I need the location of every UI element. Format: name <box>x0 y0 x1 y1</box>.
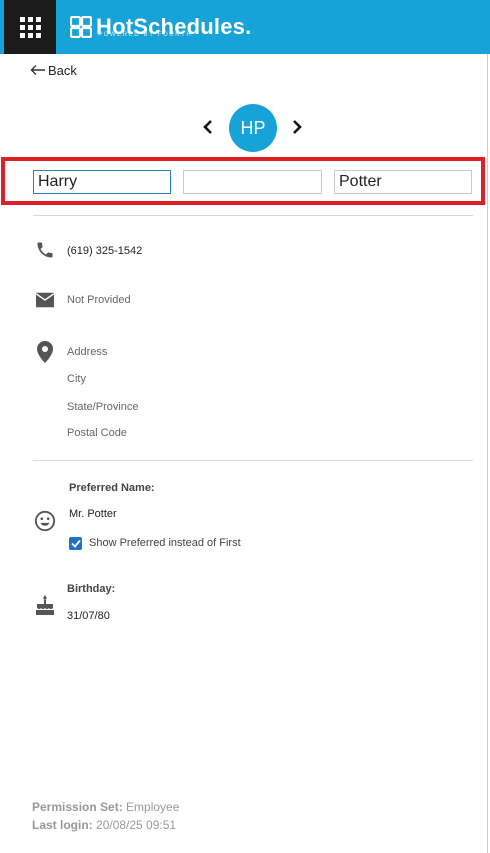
back-label: Back <box>48 62 77 78</box>
state-field: State/Province <box>67 401 139 413</box>
last-login: Last login: 20/08/25 09:51 <box>32 818 176 832</box>
divider <box>33 460 473 461</box>
arrow-left-icon <box>30 65 45 75</box>
cake-icon <box>34 594 56 616</box>
next-employee-button[interactable] <box>288 116 306 138</box>
chevron-right-icon <box>293 120 302 134</box>
top-bar: HotSchedules. POWERED BY FOURTH <box>0 0 490 54</box>
birthday-label: Birthday: <box>67 583 116 595</box>
smiley-icon <box>34 510 56 532</box>
phone-number: (619) 325-1542 <box>67 245 143 257</box>
previous-employee-button[interactable] <box>199 116 217 138</box>
permission-set-label: Permission Set: <box>32 800 123 814</box>
city-field: City <box>67 373 86 385</box>
birthday-value: 31/07/80 <box>67 610 110 622</box>
last-login-label: Last login: <box>32 818 93 832</box>
preferred-name-value: Mr. Potter <box>69 508 117 520</box>
envelope-icon <box>34 289 56 311</box>
map-pin-icon <box>34 341 56 363</box>
scrollbar-edge <box>487 54 488 853</box>
divider <box>33 215 473 216</box>
employee-avatar: HP <box>229 104 277 152</box>
preferred-name-label: Preferred Name: <box>69 482 155 494</box>
first-name-input[interactable] <box>33 170 171 194</box>
address-field: Address <box>67 346 108 358</box>
permission-set-value: Employee <box>126 800 180 814</box>
logo-mark-icon <box>70 16 92 38</box>
logo-subtitle: POWERED BY FOURTH <box>98 32 193 38</box>
show-preferred-label[interactable]: Show Preferred instead of First <box>89 537 241 549</box>
show-preferred-checkbox[interactable] <box>69 537 82 550</box>
email-value: Not Provided <box>67 294 131 306</box>
apps-grid-button[interactable] <box>4 0 56 54</box>
permission-set: Permission Set: Employee <box>32 800 179 814</box>
middle-name-input[interactable] <box>183 170 322 194</box>
last-login-value: 20/08/25 09:51 <box>96 818 177 832</box>
back-link[interactable]: Back <box>30 62 77 78</box>
postal-code-field: Postal Code <box>67 427 127 439</box>
chevron-left-icon <box>203 120 212 134</box>
checkmark-icon <box>70 539 81 548</box>
phone-icon <box>34 239 56 261</box>
last-name-input[interactable] <box>334 170 472 194</box>
